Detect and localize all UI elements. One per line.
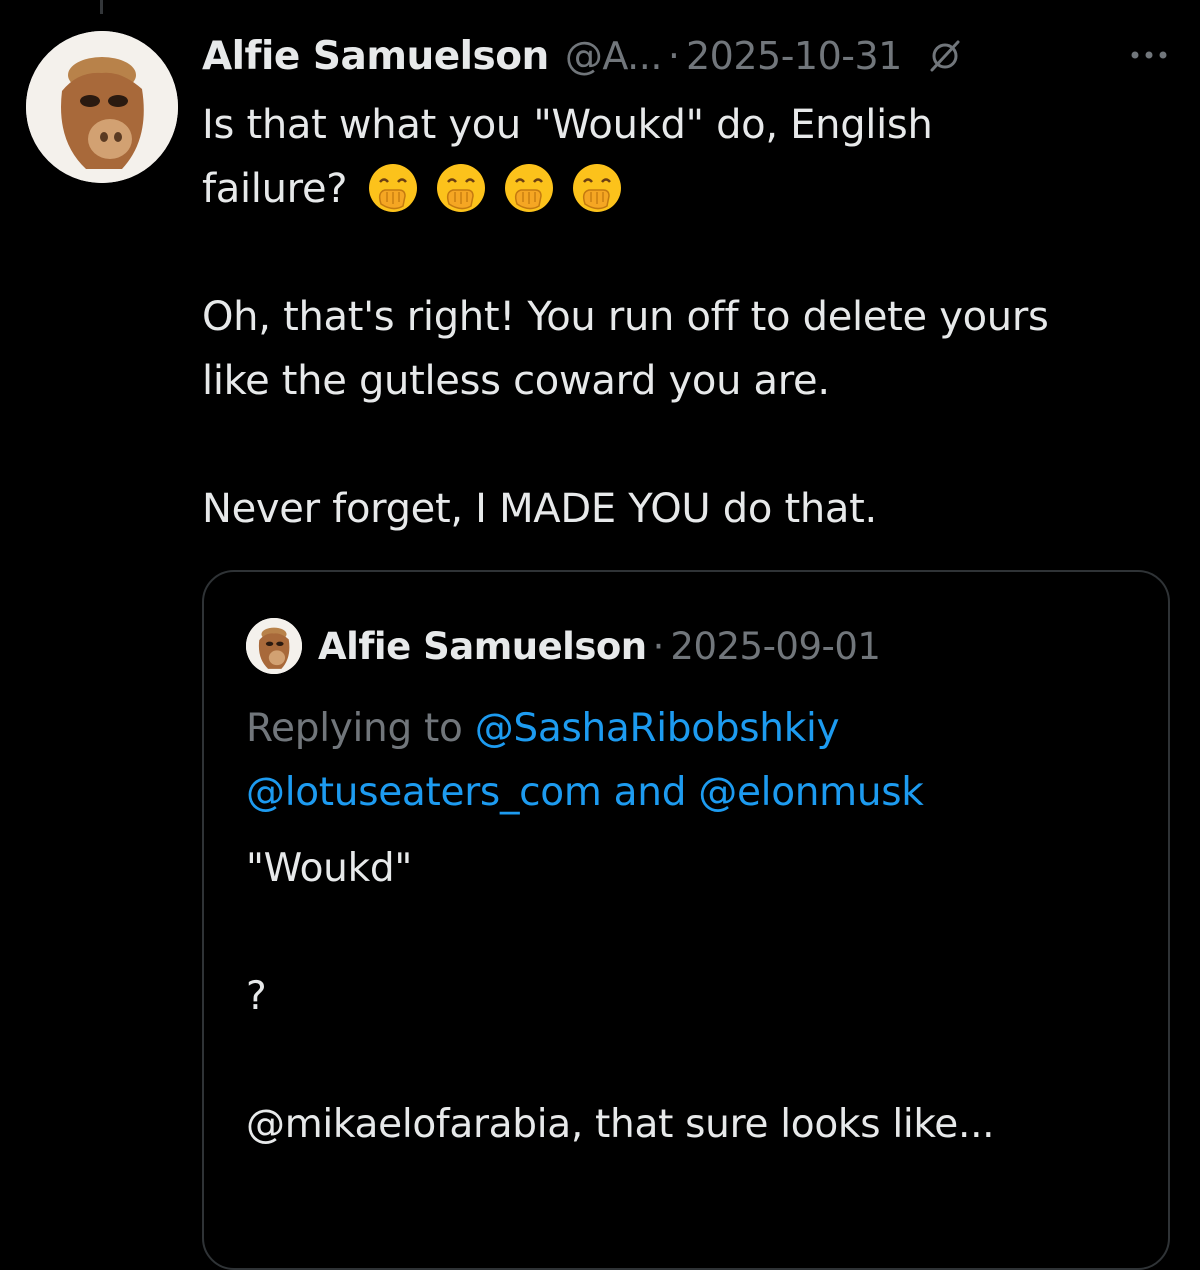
tweet-line-1: Is that what you "Woukd" do, English bbox=[202, 102, 933, 148]
mention-link[interactable]: @elonmusk bbox=[698, 770, 924, 815]
quoted-author-name: Alfie Samuelson bbox=[318, 624, 647, 668]
replying-to-label: Replying to bbox=[246, 706, 463, 751]
mention-link[interactable]: @SashaRibobshkiy bbox=[475, 706, 840, 751]
face-with-hand-over-mouth-emoji bbox=[437, 164, 486, 212]
quoted-author-avatar bbox=[246, 618, 302, 674]
face-with-hand-over-mouth-emoji bbox=[505, 164, 554, 212]
grok-icon[interactable] bbox=[928, 39, 962, 73]
tweet-header: Alfie Samuelson @A... · 2025-10-31 bbox=[202, 28, 962, 84]
tweet-text: Is that what you "Woukd" do, English fai… bbox=[202, 93, 1102, 541]
face-with-hand-over-mouth-emoji bbox=[369, 164, 418, 212]
more-dots-icon[interactable] bbox=[1128, 48, 1170, 62]
quoted-tweet-body: Replying to @SashaRibobshkiy @lotuseater… bbox=[246, 697, 1146, 1157]
emoji-row bbox=[367, 162, 623, 214]
author-handle[interactable]: @A... bbox=[565, 34, 663, 78]
replying-to-line: Replying to @SashaRibobshkiy bbox=[246, 697, 1146, 761]
face-with-hand-over-mouth-emoji bbox=[573, 164, 622, 212]
mention-link[interactable]: @lotuseaters_com bbox=[246, 770, 602, 815]
separator: · bbox=[667, 34, 680, 78]
quoted-tweet-date: 2025-09-01 bbox=[670, 624, 881, 668]
tweet-line-2-text: failure? bbox=[202, 166, 348, 212]
tweet-paragraph-3: Never forget, I MADE YOU do that. bbox=[202, 486, 877, 532]
quoted-text-2: ? bbox=[246, 974, 267, 1019]
separator: · bbox=[652, 624, 665, 668]
tweet-line-2: failure? bbox=[202, 157, 1102, 221]
thread-connector-line bbox=[100, 0, 103, 14]
quoted-text-1: "Woukd" bbox=[246, 846, 412, 891]
author-avatar[interactable] bbox=[26, 31, 178, 183]
author-name[interactable]: Alfie Samuelson bbox=[202, 34, 549, 79]
tweet-paragraph-2: Oh, that's right! You run off to delete … bbox=[202, 294, 1049, 404]
quoted-tweet[interactable]: Alfie Samuelson · 2025-09-01 Replying to… bbox=[202, 570, 1170, 1270]
replying-to-line-2: @lotuseaters_com and @elonmusk bbox=[246, 761, 1146, 825]
quoted-text-3: @mikaelofarabia, that sure looks like... bbox=[246, 1102, 995, 1147]
quoted-tweet-header: Alfie Samuelson · 2025-09-01 bbox=[246, 618, 881, 674]
tweet-date[interactable]: 2025-10-31 bbox=[686, 34, 902, 78]
and-label: and bbox=[613, 770, 687, 815]
